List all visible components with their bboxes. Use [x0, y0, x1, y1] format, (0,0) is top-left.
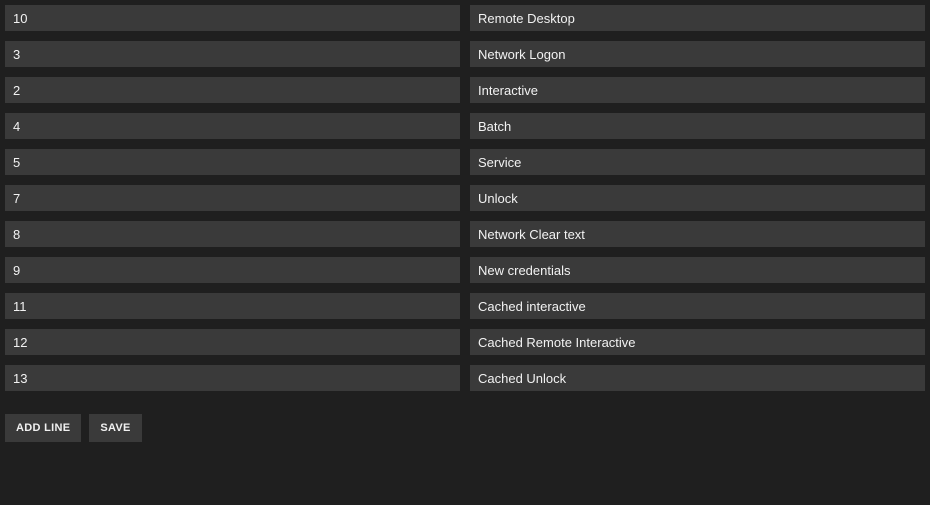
code-input[interactable] [5, 365, 460, 391]
table-row [5, 360, 925, 396]
code-input[interactable] [5, 329, 460, 355]
label-input[interactable] [470, 293, 925, 319]
code-input[interactable] [5, 149, 460, 175]
code-input[interactable] [5, 113, 460, 139]
label-input[interactable] [470, 5, 925, 31]
label-input[interactable] [470, 149, 925, 175]
table-row [5, 144, 925, 180]
code-input[interactable] [5, 257, 460, 283]
code-input[interactable] [5, 77, 460, 103]
save-button[interactable]: SAVE [89, 414, 141, 442]
table-row [5, 0, 925, 36]
table-row [5, 288, 925, 324]
label-input[interactable] [470, 329, 925, 355]
table-row [5, 252, 925, 288]
label-input[interactable] [470, 257, 925, 283]
action-bar: ADD LINE SAVE [0, 396, 930, 442]
table-row [5, 36, 925, 72]
code-input[interactable] [5, 293, 460, 319]
label-input[interactable] [470, 221, 925, 247]
table-row [5, 108, 925, 144]
table-row [5, 216, 925, 252]
label-input[interactable] [470, 185, 925, 211]
label-input[interactable] [470, 41, 925, 67]
label-input[interactable] [470, 113, 925, 139]
label-input[interactable] [470, 365, 925, 391]
code-input[interactable] [5, 185, 460, 211]
code-input[interactable] [5, 41, 460, 67]
label-input[interactable] [470, 77, 925, 103]
code-input[interactable] [5, 221, 460, 247]
add-line-button[interactable]: ADD LINE [5, 414, 81, 442]
table-row [5, 72, 925, 108]
code-input[interactable] [5, 5, 460, 31]
table-row [5, 180, 925, 216]
table-row [5, 324, 925, 360]
mapping-table [0, 0, 930, 396]
